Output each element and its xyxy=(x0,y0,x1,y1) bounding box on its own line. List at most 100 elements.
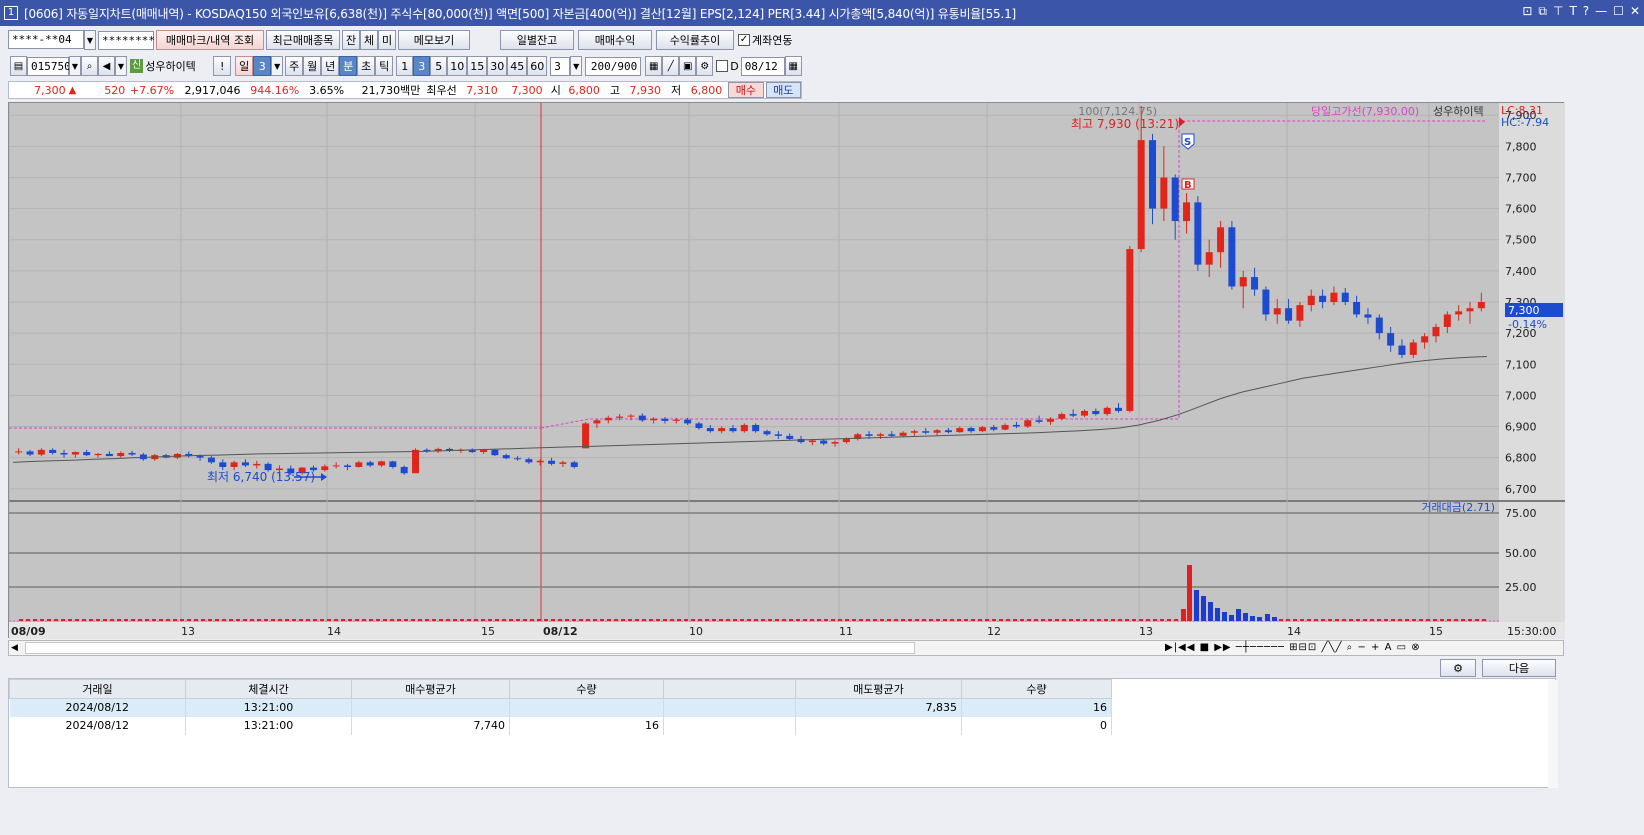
gear-icon[interactable]: ⚙ xyxy=(1440,659,1476,677)
speaker-dropdown-icon[interactable]: ▼ xyxy=(115,56,127,76)
maximize-icon[interactable]: ☐ xyxy=(1613,4,1624,19)
period-dropdown-icon[interactable]: ▼ xyxy=(271,56,284,76)
table-row[interactable]: 2024/08/12 13:21:00 7,740 16 0 xyxy=(9,716,1112,735)
scroll-left-icon[interactable]: ◀ xyxy=(11,641,18,655)
scroll-thumb[interactable] xyxy=(25,642,915,654)
col-header-5[interactable]: 매도평균가 xyxy=(795,679,962,699)
col-header-2[interactable]: 매수평균가 xyxy=(351,679,510,699)
interval-1-button[interactable]: 1 xyxy=(396,56,414,76)
col-header-3[interactable]: 수량 xyxy=(509,679,664,699)
volume-bar xyxy=(33,619,37,621)
buy-button[interactable]: 매수 xyxy=(728,82,764,98)
col-header-0[interactable]: 거래일 xyxy=(9,679,186,699)
unfilled-button[interactable]: 미 xyxy=(378,30,396,50)
period-day-button[interactable]: 일 xyxy=(235,56,254,76)
playback-controls[interactable]: ▶|◀◀ ■ ▶▶ ─┼───── ⊞⊟⊡ ╱╲╱ ⌕ − + A ▭ ⊗ xyxy=(1165,641,1421,655)
price-chart[interactable]: 7,9007,8007,7007,6007,5007,4007,3007,200… xyxy=(9,103,1565,639)
col-header-1[interactable]: 체결시간 xyxy=(185,679,352,699)
period-month-button[interactable]: 월 xyxy=(303,56,322,76)
gear-icon[interactable]: ⚙ xyxy=(696,56,714,76)
volume-bar xyxy=(1132,619,1136,621)
layout-icon[interactable]: ⊡ xyxy=(1522,4,1532,19)
chart-area[interactable]: 7,900 7,800 7,700 7,600 7,500 7,400 7,300 7,200… xyxy=(8,102,1565,639)
period-day-count[interactable]: 3 xyxy=(253,56,272,76)
calendar-icon[interactable]: ▦ xyxy=(784,56,802,76)
volume-bar xyxy=(1174,619,1178,621)
period-tick-button[interactable]: 틱 xyxy=(375,56,394,76)
candle-body xyxy=(253,463,261,466)
volume-bar xyxy=(243,619,247,621)
range-input[interactable]: 200/900 xyxy=(585,56,642,76)
app-icon[interactable]: 1 xyxy=(4,6,18,20)
balance-button[interactable]: 잔 xyxy=(342,30,360,50)
daily-balance-button[interactable]: 일별잔고 xyxy=(500,30,574,50)
help-icon[interactable]: ? xyxy=(1583,4,1589,19)
grid-tool-icon[interactable]: ▦ xyxy=(645,56,663,76)
password-input[interactable]: ******** xyxy=(98,30,155,50)
text-T-icon[interactable]: T xyxy=(1569,4,1576,19)
interval-10-button[interactable]: 10 xyxy=(447,56,468,76)
volume-bar xyxy=(1433,619,1437,621)
stock-name[interactable]: 성우하이텍 xyxy=(145,58,209,74)
period-week-button[interactable]: 주 xyxy=(285,56,304,76)
alert-button[interactable]: ! xyxy=(213,56,232,76)
volume-bar xyxy=(327,619,331,621)
candle-body xyxy=(842,438,850,443)
search-icon[interactable]: ⌕ xyxy=(81,56,98,76)
candle-body xyxy=(661,418,669,421)
table-row[interactable]: 2024/08/12 13:21:00 7,835 16 xyxy=(9,698,1112,717)
close-icon[interactable]: ✕ xyxy=(1630,4,1640,19)
trade-mark-button[interactable]: 매매마크/내역 조회 xyxy=(156,30,264,50)
toolbar-account: ****-**04 ▼ ******** 매매마크/내역 조회 최근매매종목 잔… xyxy=(0,29,1644,51)
volume-bar xyxy=(467,619,471,621)
profit-trend-button[interactable]: 수익률추이 xyxy=(656,30,734,50)
col-header-6[interactable]: 수량 xyxy=(961,679,1112,699)
date-input[interactable]: 08/12 xyxy=(740,56,785,76)
recent-trades-button[interactable]: 최근매매종목 xyxy=(266,30,340,50)
period-second-button[interactable]: 초 xyxy=(357,56,376,76)
interval-3-button[interactable]: 3 xyxy=(413,56,431,76)
code-dropdown-icon[interactable]: ▼ xyxy=(69,56,81,76)
volume-bar xyxy=(1139,619,1143,621)
candle-body xyxy=(1353,302,1361,315)
chart-scrollbar[interactable]: ◀ ▶|◀◀ ■ ▶▶ ─┼───── ⊞⊟⊡ ╱╲╱ ⌕ − + A ▭ ⊗ xyxy=(8,640,1564,656)
memo-button[interactable]: 메모보기 xyxy=(398,30,470,50)
link-checkbox[interactable]: ✓ xyxy=(738,34,750,46)
interval-15-button[interactable]: 15 xyxy=(467,56,488,76)
count-dropdown-icon[interactable]: ▼ xyxy=(570,56,583,76)
draw-tool-icon[interactable]: ╱ xyxy=(662,56,680,76)
price-tick-label: 7,100 xyxy=(1505,358,1537,371)
col-header-4[interactable] xyxy=(663,679,796,699)
interval-30-button[interactable]: 30 xyxy=(487,56,508,76)
layout-icon[interactable]: ▤ xyxy=(10,56,27,76)
stock-code-input[interactable]: 015750 xyxy=(27,56,71,76)
sell-button[interactable]: 매도 xyxy=(765,82,802,98)
grid-vertical-scrollbar[interactable] xyxy=(1548,680,1558,788)
pin-icon[interactable]: ⊤ xyxy=(1553,4,1563,19)
interval-5-button[interactable]: 5 xyxy=(430,56,448,76)
next-button[interactable]: 다음 xyxy=(1482,659,1556,677)
interval-45-button[interactable]: 45 xyxy=(507,56,528,76)
volume-bar xyxy=(362,619,366,621)
date-checkbox[interactable] xyxy=(716,60,729,72)
speaker-icon[interactable]: ◀ xyxy=(98,56,115,76)
volume-bar xyxy=(684,619,688,621)
account-dropdown-icon[interactable]: ▼ xyxy=(84,30,96,50)
period-minute-button[interactable]: 분 xyxy=(339,56,358,76)
executed-button[interactable]: 체 xyxy=(360,30,378,50)
window-title: [0606] 자동일지차트(매매내역) - KOSDAQ150 외국인보유[6,… xyxy=(24,6,1017,21)
volume-bar xyxy=(1250,616,1255,621)
count-input[interactable]: 3 xyxy=(550,56,571,76)
minimize-icon[interactable]: — xyxy=(1595,4,1607,19)
toolbar-chart: ▤ 015750 ▼ ⌕ ◀ ▼ 신 성우하이텍 ! 일 3 ▼ 주 월 년 분… xyxy=(0,55,1644,77)
save-icon[interactable]: ▣ xyxy=(679,56,697,76)
volume-bar xyxy=(1468,619,1472,621)
trade-profit-button[interactable]: 매매수익 xyxy=(578,30,652,50)
volume-bar xyxy=(929,619,933,621)
low-label: 저 xyxy=(671,84,682,97)
volume-bar xyxy=(698,619,702,621)
period-year-button[interactable]: 년 xyxy=(321,56,340,76)
interval-60-button[interactable]: 60 xyxy=(527,56,548,76)
account-input[interactable]: ****-**04 xyxy=(8,30,84,49)
copy-icon[interactable]: ⧉ xyxy=(1538,4,1547,19)
